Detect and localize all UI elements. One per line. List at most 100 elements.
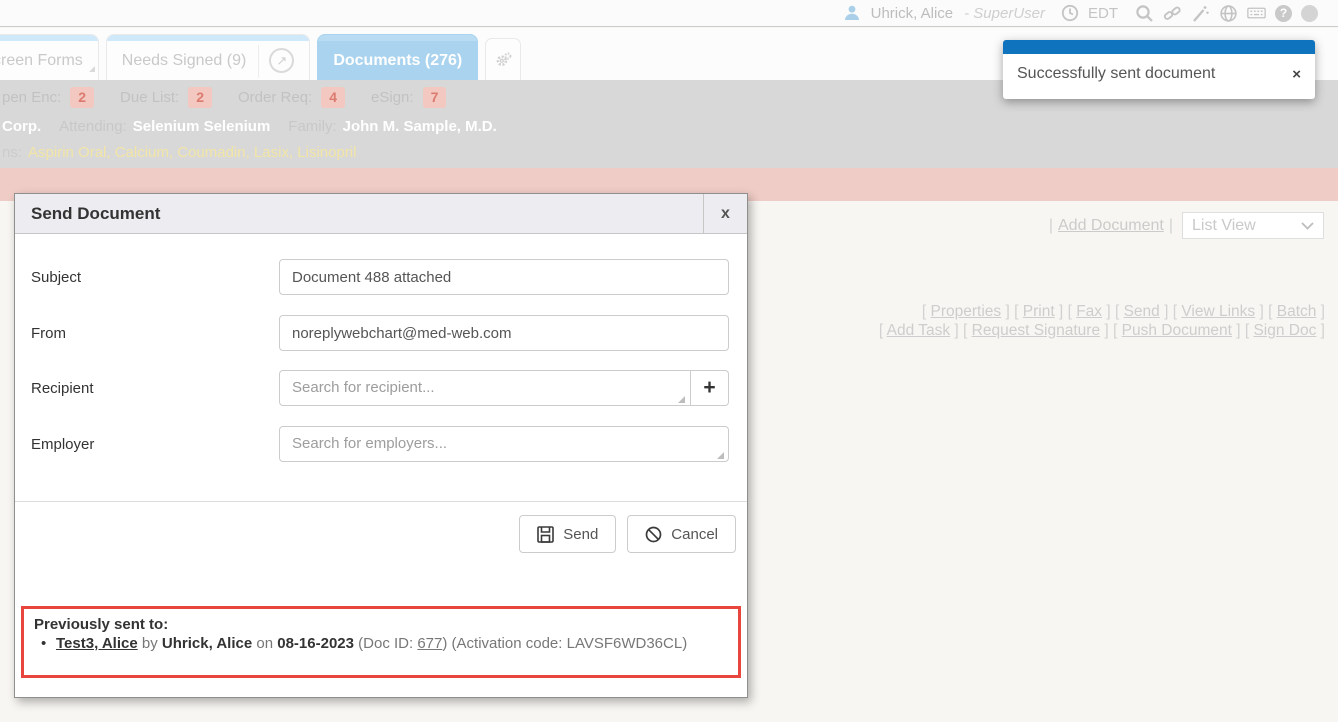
counter-esign[interactable]: eSign: 7 xyxy=(371,87,446,108)
patient-row: Corp. Attending: Selenium Selenium Famil… xyxy=(2,114,1338,138)
chevron-down-icon xyxy=(1301,222,1314,230)
tab-divider xyxy=(258,45,259,78)
clock-icon[interactable] xyxy=(1060,4,1079,23)
subject-input[interactable] xyxy=(279,259,729,295)
action-link[interactable]: Send xyxy=(1124,303,1160,320)
action-link[interactable]: Sign Doc xyxy=(1253,322,1316,339)
counter-order-req[interactable]: Order Req: 4 xyxy=(238,87,345,108)
counter-badge: 4 xyxy=(321,87,345,108)
employer-search-input[interactable] xyxy=(279,426,729,462)
activation-code: (Activation code: LAVSF6WD36CL) xyxy=(452,635,688,652)
action-links-row2: [ Add Task ] [ Request Signature ] [ Pus… xyxy=(879,321,1325,340)
timezone-label: EDT xyxy=(1088,5,1118,22)
employer-label: Employer xyxy=(31,426,94,462)
from-label: From xyxy=(31,315,66,351)
counter-label: Due List: xyxy=(120,89,179,106)
modal-close-button[interactable]: x xyxy=(703,194,747,233)
add-document-link[interactable]: Add Document xyxy=(1058,217,1164,235)
keyboard-icon[interactable] xyxy=(1247,4,1266,23)
modal-button-row: Send Cancel xyxy=(519,515,736,553)
counter-label: pen Enc: xyxy=(2,89,61,106)
toast-notification: Successfully sent document × xyxy=(1003,40,1315,99)
counter-badge: 2 xyxy=(188,87,212,108)
doc-id-link[interactable]: 677 xyxy=(417,635,442,652)
top-bar: Uhrick, Alice - SuperUser EDT ? xyxy=(0,0,1338,27)
wand-icon[interactable] xyxy=(1191,4,1210,23)
toast-accent-bar xyxy=(1003,40,1315,54)
pipe-separator: | xyxy=(1169,217,1173,235)
counter-label: Order Req: xyxy=(238,89,312,106)
modal-header: Send Document x xyxy=(15,194,747,234)
status-dot-icon xyxy=(1301,5,1318,22)
attending-value: Selenium Selenium xyxy=(133,118,271,135)
save-icon xyxy=(537,526,554,543)
medications-row: ns: Aspirin Oral, Calcium, Coumadin, Las… xyxy=(2,141,1338,163)
modal-title: Send Document xyxy=(15,194,703,233)
sent-date: 08-16-2023 xyxy=(277,635,354,652)
tab-settings-button[interactable] xyxy=(485,38,521,80)
patient-name: Corp. xyxy=(2,118,41,135)
from-row: From xyxy=(15,315,747,351)
medications-list: Aspirin Oral, Calcium, Coumadin, Lasix, … xyxy=(28,144,356,161)
user-name: Uhrick, Alice xyxy=(871,5,954,22)
action-link[interactable]: View Links xyxy=(1181,303,1255,320)
tab-screen-forms[interactable]: creen Forms xyxy=(0,34,99,80)
search-icon[interactable] xyxy=(1135,4,1154,23)
tab-documents[interactable]: Documents (276) xyxy=(317,34,478,80)
counter-label: eSign: xyxy=(371,89,414,106)
tab-label: creen Forms xyxy=(0,52,83,70)
recipient-search-input[interactable] xyxy=(279,370,691,406)
family-value: John M. Sample, M.D. xyxy=(343,118,497,135)
document-action-links: [ Properties ] [ Print ] [ Fax ] [ Send … xyxy=(879,302,1325,340)
from-input[interactable] xyxy=(279,315,729,351)
doc-id-prefix: (Doc ID: xyxy=(358,635,417,652)
cancel-icon xyxy=(645,526,662,543)
action-link[interactable]: Fax xyxy=(1076,303,1102,320)
tab-label: Needs Signed (9) xyxy=(122,52,247,70)
modal-divider xyxy=(15,501,747,502)
app-window: Uhrick, Alice - SuperUser EDT ? xyxy=(0,0,1338,722)
globe-icon[interactable] xyxy=(1219,4,1238,23)
user-role: - SuperUser xyxy=(964,5,1045,22)
pipe-separator: | xyxy=(1049,217,1053,235)
recipient-label: Recipient xyxy=(31,370,94,406)
attending-label: Attending: xyxy=(59,118,127,135)
add-recipient-button[interactable]: + xyxy=(691,370,729,406)
cancel-button[interactable]: Cancel xyxy=(627,515,736,553)
previously-sent-box: Previously sent to: Test3, Alice by Uhri… xyxy=(21,606,741,678)
action-link[interactable]: Batch xyxy=(1277,303,1317,320)
action-link[interactable]: Request Signature xyxy=(972,322,1100,339)
action-link[interactable]: Properties xyxy=(931,303,1002,320)
recipient-row: Recipient + xyxy=(15,370,747,406)
gear-icon xyxy=(494,50,513,69)
user-icon[interactable] xyxy=(843,4,862,23)
counter-due-list[interactable]: Due List: 2 xyxy=(120,87,212,108)
counter-badge: 7 xyxy=(423,87,447,108)
family-label: Family: xyxy=(288,118,336,135)
medications-label: ns: xyxy=(2,144,22,161)
popout-arrow-icon[interactable]: ↗ xyxy=(269,48,294,73)
top-bar-right: Uhrick, Alice - SuperUser EDT ? xyxy=(843,0,1318,26)
action-link[interactable]: Add Task xyxy=(887,322,950,339)
view-select-value: List View xyxy=(1192,217,1256,235)
documents-toolbar: | Add Document | List View xyxy=(1049,212,1324,239)
subject-label: Subject xyxy=(31,259,81,295)
counter-badge: 2 xyxy=(70,87,94,108)
action-link[interactable]: Print xyxy=(1023,303,1055,320)
tab-needs-signed[interactable]: Needs Signed (9) ↗ xyxy=(106,34,311,80)
toast-close-icon[interactable]: × xyxy=(1290,65,1303,84)
send-button[interactable]: Send xyxy=(519,515,616,553)
help-icon[interactable]: ? xyxy=(1275,5,1292,22)
action-links-row1: [ Properties ] [ Print ] [ Fax ] [ Send … xyxy=(879,302,1325,321)
sent-recipient-link[interactable]: Test3, Alice xyxy=(56,635,138,652)
link-icon[interactable] xyxy=(1163,4,1182,23)
previously-sent-entry: Test3, Alice by Uhrick, Alice on 08-16-2… xyxy=(34,635,728,652)
sender-name: Uhrick, Alice xyxy=(162,635,252,652)
tab-label: Documents (276) xyxy=(333,52,462,70)
doc-id-suffix: ) xyxy=(442,635,447,652)
subject-row: Subject xyxy=(15,259,747,295)
send-document-modal: Send Document x Subject From Recipient +… xyxy=(14,193,748,698)
view-select[interactable]: List View xyxy=(1182,212,1324,239)
action-link[interactable]: Push Document xyxy=(1122,322,1232,339)
counter-open-enc[interactable]: pen Enc: 2 xyxy=(2,87,94,108)
